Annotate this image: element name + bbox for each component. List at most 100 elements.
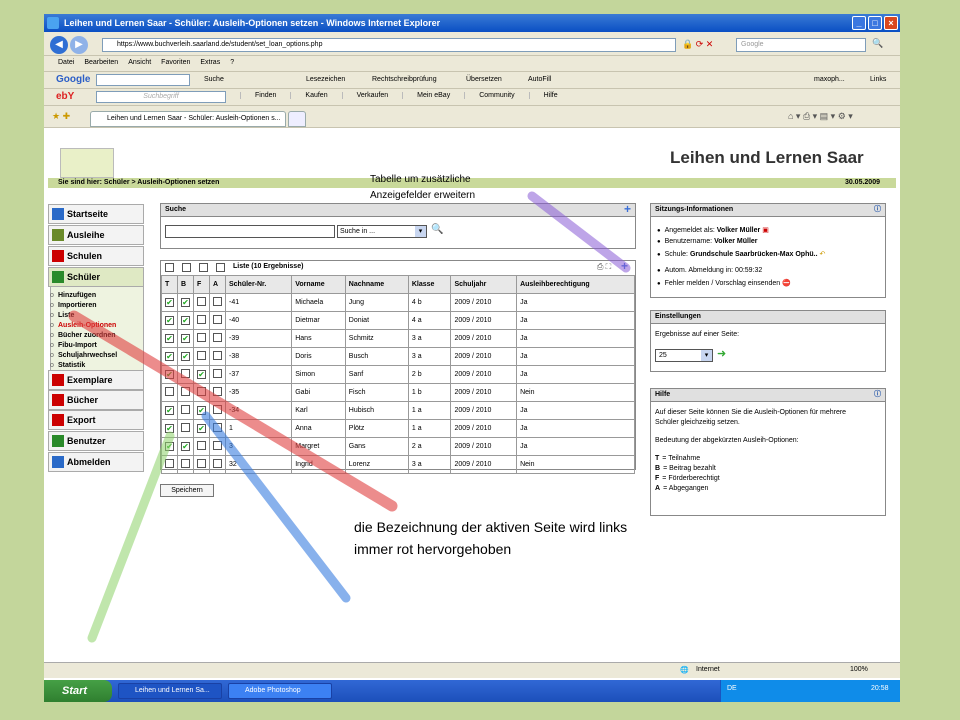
session-report[interactable]: Fehler melden / Vorschlag einsenden ⛔ <box>657 279 791 287</box>
option-checkbox-a[interactable] <box>213 297 222 306</box>
autofill-button[interactable]: AutoFill <box>528 76 551 83</box>
close-button[interactable]: × <box>884 16 898 30</box>
option-checkbox-f[interactable] <box>197 441 206 450</box>
option-checkbox-t[interactable]: ✔ <box>165 406 174 415</box>
submenu-item[interactable]: Importieren <box>50 302 96 309</box>
ebay-search-input[interactable]: Suchbegriff <box>96 91 226 103</box>
nav-item-top[interactable]: Schüler <box>48 267 144 287</box>
ebay-menu-item[interactable]: Community <box>464 92 528 99</box>
option-checkbox-t[interactable] <box>165 459 174 468</box>
option-checkbox-b[interactable] <box>181 405 190 414</box>
menu-item-4[interactable]: Extras <box>200 59 220 66</box>
menu-item-3[interactable]: Favoriten <box>161 59 190 66</box>
column-header[interactable]: Vorname <box>291 275 346 294</box>
select-all-a[interactable] <box>216 263 225 272</box>
option-checkbox-a[interactable] <box>213 405 222 414</box>
zoom-level[interactable]: 100% <box>850 666 868 673</box>
spellcheck-button[interactable]: Rechtschreibprüfung <box>372 76 437 83</box>
option-checkbox-a[interactable] <box>213 387 222 396</box>
option-checkbox-f[interactable]: ✔ <box>197 370 206 379</box>
option-checkbox-f[interactable] <box>197 459 206 468</box>
menu-item-2[interactable]: Ansicht <box>128 59 151 66</box>
ebay-menu-item[interactable]: Finden <box>240 92 290 99</box>
column-header[interactable]: A <box>209 275 226 294</box>
option-checkbox-t[interactable]: ✔ <box>165 370 174 379</box>
add-column-plus-icon[interactable]: + <box>621 260 628 272</box>
minimize-button[interactable]: _ <box>852 16 866 30</box>
submenu-item[interactable]: Fibu-Import <box>50 342 97 349</box>
column-header[interactable]: B <box>177 275 194 294</box>
ebay-menu-item[interactable]: Mein eBay <box>402 92 464 99</box>
nav-item-bottom[interactable]: Exemplare <box>48 370 144 390</box>
nav-item-top[interactable]: Ausleihe <box>48 225 144 245</box>
menu-item-1[interactable]: Bearbeiten <box>84 59 118 66</box>
print-export-icons[interactable]: ⎙ ⛶ <box>597 262 611 272</box>
submenu-item[interactable]: Liste <box>50 312 75 319</box>
option-checkbox-t[interactable]: ✔ <box>165 298 174 307</box>
bookmarks-button[interactable]: Lesezeichen <box>306 76 345 83</box>
option-checkbox-f[interactable] <box>197 333 206 342</box>
menu-item-5[interactable]: ? <box>230 59 234 66</box>
switch-school-icon[interactable]: ↶ <box>819 251 825 258</box>
ebay-menu-item[interactable]: Hilfe <box>528 92 572 99</box>
select-all-f[interactable] <box>199 263 208 272</box>
search-go-icon[interactable]: 🔍 <box>431 224 443 235</box>
option-checkbox-b[interactable]: ✔ <box>181 298 190 307</box>
logout-door-icon[interactable]: ▣ <box>762 227 769 234</box>
column-header[interactable]: Klasse <box>407 275 452 294</box>
back-icon[interactable]: ◀ <box>50 36 68 54</box>
option-checkbox-f[interactable] <box>197 387 206 396</box>
option-checkbox-b[interactable]: ✔ <box>181 352 190 361</box>
submenu-item[interactable]: Ausleih-Optionen <box>50 322 116 329</box>
task-photoshop[interactable]: Adobe Photoshop <box>228 683 332 699</box>
info-icon[interactable]: ⓘ <box>874 389 881 401</box>
nav-item-top[interactable]: Schulen <box>48 246 144 266</box>
column-header[interactable]: Ausleihberechtigung <box>516 275 635 294</box>
option-checkbox-a[interactable] <box>213 459 222 468</box>
browser-tab[interactable]: Leihen und Lernen Saar - Schüler: Auslei… <box>90 111 286 127</box>
nav-item-top[interactable]: Startseite <box>48 204 144 224</box>
search-field[interactable] <box>165 225 335 238</box>
apply-arrow-icon[interactable]: ➜ <box>717 347 726 360</box>
column-header[interactable]: T <box>161 275 178 294</box>
option-checkbox-b[interactable]: ✔ <box>181 334 190 343</box>
ebay-menu-item[interactable]: Verkaufen <box>341 92 403 99</box>
option-checkbox-a[interactable] <box>213 441 222 450</box>
option-checkbox-b[interactable]: ✔ <box>181 442 190 451</box>
submenu-item[interactable]: Bücher zuordnen <box>50 332 116 339</box>
option-checkbox-a[interactable] <box>213 369 222 378</box>
tool-icons[interactable]: ⌂ ▾ ⎙ ▾ ▤ ▾ ⚙ ▾ <box>788 111 853 122</box>
search-icon[interactable]: 🔍 <box>872 38 883 49</box>
option-checkbox-t[interactable]: ✔ <box>165 334 174 343</box>
option-checkbox-t[interactable]: ✔ <box>165 352 174 361</box>
option-checkbox-t[interactable]: ✔ <box>165 442 174 451</box>
expand-plus-icon[interactable]: + <box>624 203 631 215</box>
nav-item-bottom[interactable]: Bücher <box>48 390 144 410</box>
info-icon[interactable]: ⓘ <box>874 204 881 216</box>
option-checkbox-f[interactable]: ✔ <box>197 424 206 433</box>
column-header[interactable]: Nachname <box>344 275 409 294</box>
search-input[interactable]: Google <box>736 38 866 52</box>
column-header[interactable]: F <box>193 275 210 294</box>
ebay-menu-item[interactable]: Kaufen <box>290 92 341 99</box>
nav-item-bottom[interactable]: Abmelden <box>48 452 144 472</box>
nav-item-bottom[interactable]: Export <box>48 410 144 430</box>
option-checkbox-a[interactable] <box>213 423 222 432</box>
option-checkbox-f[interactable] <box>197 351 206 360</box>
select-all-b[interactable] <box>182 263 191 272</box>
option-checkbox-a[interactable] <box>213 351 222 360</box>
start-button[interactable]: Start <box>44 680 112 702</box>
results-per-page-select[interactable]: 25 ▾ <box>655 349 713 362</box>
report-link[interactable]: Fehler melden / Vorschlag einsenden <box>665 280 781 287</box>
translate-button[interactable]: Übersetzen <box>466 76 502 83</box>
links-button[interactable]: Links <box>870 76 886 83</box>
menu-item-0[interactable]: Datei <box>58 59 74 66</box>
option-checkbox-t[interactable] <box>165 387 174 396</box>
refresh-stop-icons[interactable]: 🔒 ⟳ ✕ <box>682 39 732 50</box>
submenu-item[interactable]: Hinzufügen <box>50 292 96 299</box>
search-in-select[interactable]: Suche in ... ▾ <box>337 225 427 238</box>
google-user[interactable]: maxoph... <box>814 76 845 83</box>
option-checkbox-f[interactable]: ✔ <box>197 406 206 415</box>
google-search-button[interactable]: Suche <box>204 76 224 83</box>
new-tab-button[interactable] <box>288 111 306 127</box>
